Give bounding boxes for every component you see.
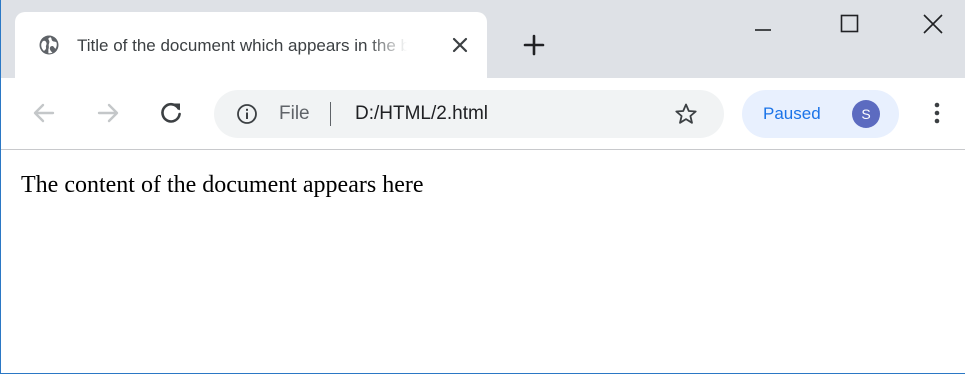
address-bar[interactable]: File D:/HTML/2.html: [214, 90, 724, 138]
url-text[interactable]: D:/HTML/2.html: [355, 102, 488, 126]
page-viewport: The content of the document appears here: [1, 150, 965, 373]
reload-icon[interactable]: [158, 100, 184, 126]
browser-window: Title of the document which appears in t…: [0, 0, 965, 374]
avatar: S: [852, 100, 880, 128]
browser-toolbar: File D:/HTML/2.html Paused S: [1, 78, 965, 150]
info-icon[interactable]: [236, 103, 258, 125]
plus-icon[interactable]: [522, 33, 546, 57]
globe-icon: [39, 35, 59, 55]
tab-strip: Title of the document which appears in t…: [1, 0, 965, 78]
close-icon[interactable]: [449, 34, 471, 56]
minimize-icon[interactable]: [735, 0, 791, 44]
arrow-right-icon[interactable]: [95, 100, 121, 126]
star-icon[interactable]: [674, 102, 698, 126]
profile-status: Paused: [763, 104, 821, 123]
scheme-label[interactable]: File: [279, 102, 310, 126]
arrow-left-icon[interactable]: [31, 100, 57, 126]
page-body-text: The content of the document appears here: [21, 172, 424, 198]
profile-button[interactable]: Paused S: [742, 90, 899, 138]
maximize-icon[interactable]: [821, 0, 877, 44]
close-icon[interactable]: [905, 0, 961, 44]
tab-title: Title of the document which appears in t…: [77, 36, 407, 55]
browser-tab[interactable]: Title of the document which appears in t…: [15, 12, 487, 78]
omnibox-divider: [330, 102, 331, 126]
kebab-menu-icon[interactable]: [925, 100, 949, 126]
